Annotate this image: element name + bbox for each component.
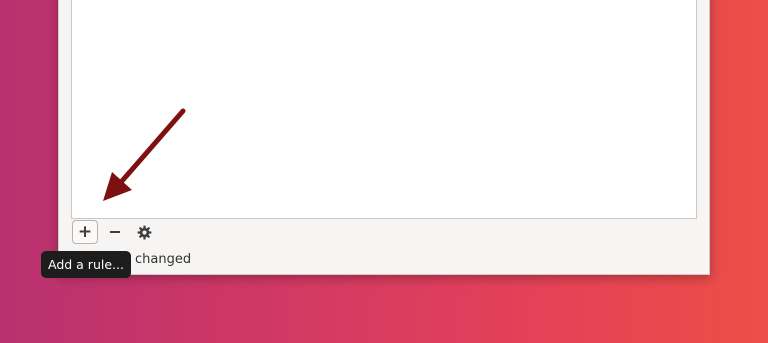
add-rule-button[interactable]: + <box>72 220 98 244</box>
firewall-window: + ng policy changed <box>58 0 710 275</box>
plus-icon: + <box>77 221 93 242</box>
minus-icon <box>110 231 120 233</box>
remove-rule-button[interactable] <box>102 220 128 244</box>
rules-list[interactable] <box>71 0 697 219</box>
add-rule-tooltip: Add a rule... <box>41 251 131 278</box>
settings-button[interactable] <box>131 220 157 244</box>
gear-icon <box>137 225 151 239</box>
